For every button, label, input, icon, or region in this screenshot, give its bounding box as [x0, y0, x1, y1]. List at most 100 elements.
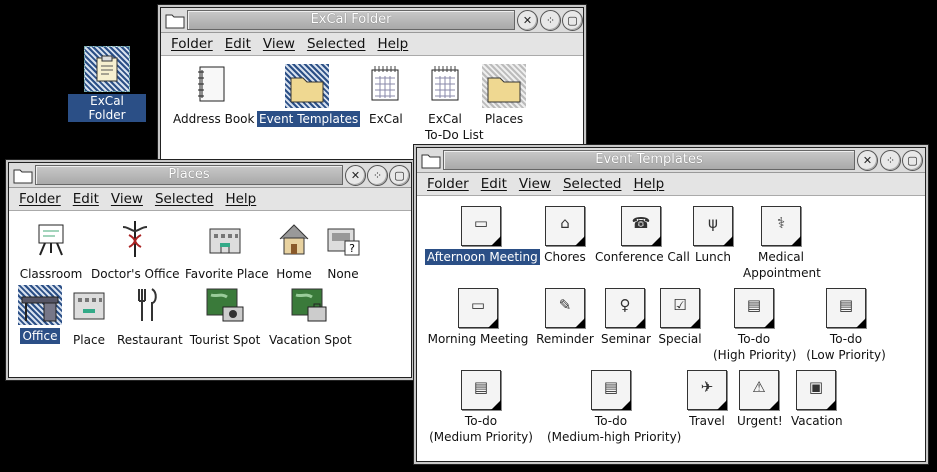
item-reminder[interactable]: ✎ Reminder [533, 288, 597, 347]
folder-contents: ▭ Afternoon Meeting ⌂ Chores ☎ Conferenc… [417, 196, 925, 461]
checkbox-icon: ☑ [660, 288, 700, 328]
folder-icon [285, 64, 329, 108]
folder-icon [84, 46, 130, 92]
map-camera-icon [187, 285, 263, 329]
address-book-icon [171, 64, 251, 108]
maximize-button[interactable]: ▢ [562, 10, 583, 31]
window-title: Places [35, 165, 343, 185]
todo-icon: ▤ [461, 370, 501, 410]
house-icon: ⌂ [545, 206, 585, 246]
maximize-button[interactable]: ▢ [389, 165, 410, 186]
item-todo-medium[interactable]: ▤ To-do (Medium Priority) [427, 370, 535, 445]
menu-view[interactable]: View [263, 33, 295, 55]
todo-icon: ▤ [591, 370, 631, 410]
meeting-icon: ▭ [461, 206, 501, 246]
item-excal[interactable]: ExCal [367, 64, 403, 127]
building-icon [183, 219, 267, 263]
item-favorite-place[interactable]: Favorite Place [183, 219, 269, 282]
iconify-button[interactable]: ⁘ [880, 150, 901, 171]
menu-folder[interactable]: Folder [427, 173, 469, 195]
menu-edit[interactable]: Edit [481, 173, 507, 195]
item-lunch[interactable]: ψ Lunch [691, 206, 735, 265]
meeting-icon: ▭ [458, 288, 498, 328]
item-seminar[interactable]: ♀ Seminar [599, 288, 651, 347]
calendar-icon [367, 64, 403, 108]
iconify-button[interactable]: ⁘ [540, 10, 561, 31]
iconify-button[interactable]: ⁘ [367, 165, 388, 186]
menu-help[interactable]: Help [377, 33, 408, 55]
folder-icon [13, 169, 33, 184]
house-icon [271, 219, 317, 263]
item-travel[interactable]: ✈ Travel [685, 370, 729, 429]
item-classroom[interactable]: Classroom [17, 219, 85, 282]
menu-selected[interactable]: Selected [307, 33, 366, 55]
item-place[interactable]: Place [67, 285, 111, 348]
item-conference-call[interactable]: ☎ Conference Call [593, 206, 690, 265]
item-office[interactable]: Office [17, 285, 63, 344]
title-bar[interactable]: Places ✕ ⁘ ▢ [9, 163, 411, 188]
excal-folder-window: ExCal Folder ✕ ⁘ ▢ Folder Edit View Selecte… [160, 7, 584, 169]
desktop-excal-folder[interactable]: ExCal Folder [68, 46, 146, 123]
folder-contents: Classroom Doctor's Office Favorite Place… [9, 211, 411, 377]
todo-icon: ▤ [826, 288, 866, 328]
caduceus-icon [89, 219, 181, 263]
item-doctors-office[interactable]: Doctor's Office [89, 219, 181, 282]
item-special[interactable]: ☑ Special [655, 288, 705, 347]
menu-selected[interactable]: Selected [155, 188, 214, 210]
airplane-icon: ✈ [687, 370, 727, 410]
item-afternoon-meeting[interactable]: ▭ Afternoon Meeting [425, 206, 540, 265]
item-medical-appointment[interactable]: ⚕ Medical Appointment [741, 206, 821, 281]
event-templates-window: Event Templates ✕ ⁘ ▢ Folder Edit View Sele… [416, 147, 926, 462]
item-restaurant[interactable]: Restaurant [115, 285, 183, 348]
todo-icon: ▤ [734, 288, 774, 328]
podium-icon: ♀ [605, 288, 645, 328]
menu-folder[interactable]: Folder [171, 33, 213, 55]
item-event-templates[interactable]: Event Templates [257, 64, 361, 127]
item-excal-todo[interactable]: ExCal To-Do List [423, 64, 484, 143]
title-bar[interactable]: ExCal Folder ✕ ⁘ ▢ [161, 8, 583, 33]
menu-bar: Folder Edit View Selected Help [417, 173, 925, 196]
warning-icon: ⚠ [739, 370, 779, 410]
close-button[interactable]: ✕ [517, 10, 538, 31]
menu-help[interactable]: Help [633, 173, 664, 195]
item-morning-meeting[interactable]: ▭ Morning Meeting [425, 288, 531, 347]
unknown-place-icon: ? [321, 219, 365, 263]
folder-icon [482, 64, 526, 108]
menu-bar: Folder Edit View Selected Help [9, 188, 411, 211]
item-todo-medium-high[interactable]: ▤ To-do (Medium-high Priority) [545, 370, 681, 445]
window-title: Event Templates [443, 150, 855, 170]
menu-edit[interactable]: Edit [225, 33, 251, 55]
item-todo-high[interactable]: ▤ To-do (High Priority) [711, 288, 797, 363]
close-button[interactable]: ✕ [345, 165, 366, 186]
item-todo-low[interactable]: ▤ To-do (Low Priority) [803, 288, 889, 363]
item-chores[interactable]: ⌂ Chores [541, 206, 589, 265]
item-address-book[interactable]: Address Book [171, 64, 254, 127]
item-tourist-spot[interactable]: Tourist Spot [187, 285, 263, 348]
maximize-button[interactable]: ▢ [902, 150, 923, 171]
item-home[interactable]: Home [271, 219, 317, 282]
utensils-icon: ψ [693, 206, 733, 246]
window-title: ExCal Folder [187, 10, 515, 30]
suitcase-icon: ▣ [796, 370, 836, 410]
easel-icon [17, 219, 85, 263]
title-bar[interactable]: Event Templates ✕ ⁘ ▢ [417, 148, 925, 173]
item-places[interactable]: Places [481, 64, 527, 127]
close-button[interactable]: ✕ [857, 150, 878, 171]
desktop-icon-label: ExCal Folder [68, 94, 146, 122]
building-icon [67, 285, 111, 329]
item-vacation-spot[interactable]: Vacation Spot [267, 285, 353, 348]
menu-selected[interactable]: Selected [563, 173, 622, 195]
item-urgent[interactable]: ⚠ Urgent! [735, 370, 783, 429]
folder-icon [421, 154, 441, 169]
note-icon: ✎ [545, 288, 585, 328]
menu-help[interactable]: Help [225, 188, 256, 210]
map-suitcase-icon [267, 285, 353, 329]
caduceus-icon: ⚕ [761, 206, 801, 246]
menu-folder[interactable]: Folder [19, 188, 61, 210]
menu-edit[interactable]: Edit [73, 188, 99, 210]
places-window: Places ✕ ⁘ ▢ Folder Edit View Selected Help … [8, 162, 412, 378]
menu-view[interactable]: View [519, 173, 551, 195]
item-vacation[interactable]: ▣ Vacation [789, 370, 843, 429]
item-none[interactable]: ? None [321, 219, 365, 282]
menu-view[interactable]: View [111, 188, 143, 210]
